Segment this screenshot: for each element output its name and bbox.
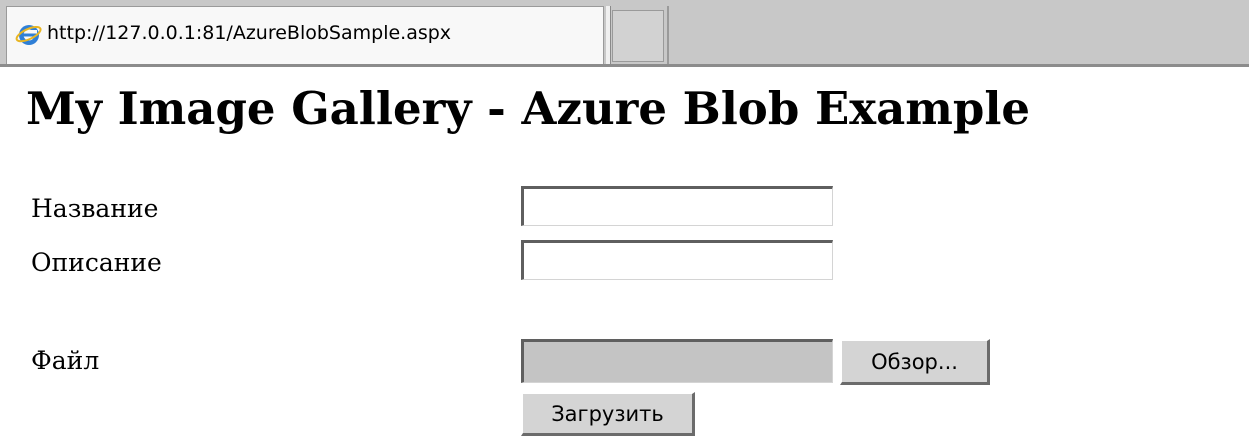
page-title: My Image Gallery - Azure Blob Example bbox=[26, 82, 1031, 135]
tab-url-text: http://127.0.0.1:81/AzureBlobSample.aspx bbox=[47, 22, 452, 44]
name-input[interactable] bbox=[521, 186, 833, 226]
file-path-field[interactable] bbox=[521, 339, 833, 383]
upload-button[interactable]: Загрузить bbox=[521, 392, 695, 436]
browser-tab-bar: http://127.0.0.1:81/AzureBlobSample.aspx bbox=[0, 0, 1249, 67]
file-label: Файл bbox=[31, 346, 100, 375]
new-tab-button[interactable] bbox=[612, 10, 664, 62]
description-input[interactable] bbox=[521, 240, 833, 280]
tab-separator bbox=[667, 6, 669, 64]
tab-bar-border bbox=[0, 64, 1249, 67]
description-label: Описание bbox=[31, 248, 162, 277]
ie-globe-icon bbox=[15, 21, 43, 49]
browse-button[interactable]: Обзор... bbox=[840, 339, 990, 385]
tab-divider bbox=[606, 6, 611, 64]
browser-tab-active[interactable]: http://127.0.0.1:81/AzureBlobSample.aspx bbox=[6, 6, 604, 64]
name-label: Название bbox=[31, 194, 159, 223]
